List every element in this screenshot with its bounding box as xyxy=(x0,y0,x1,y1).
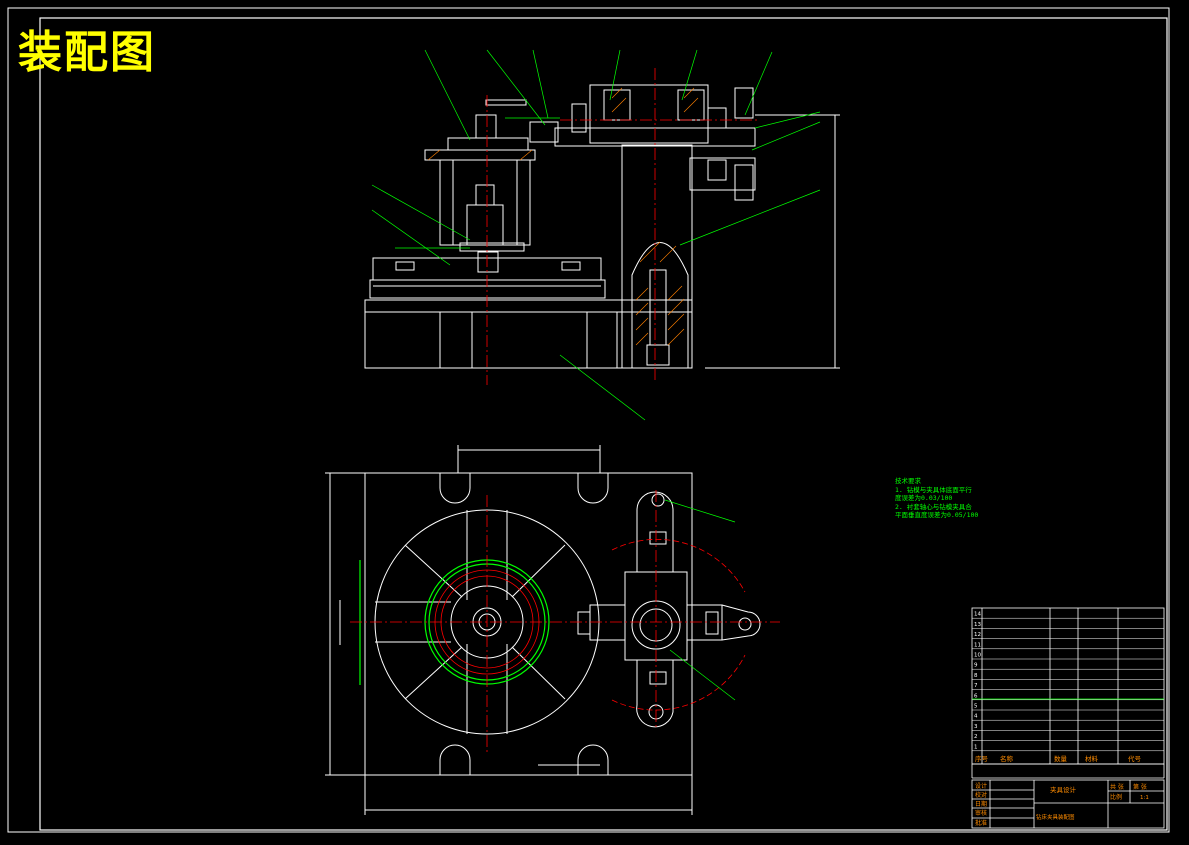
tech-requirement-line: 1. 钻模与夹具体底面平行 xyxy=(895,485,972,494)
parts-table xyxy=(971,607,1165,779)
header-qty: 数量 xyxy=(1054,754,1068,763)
tech-requirement-line: 平面垂直度误差为0.05/100 xyxy=(895,511,979,520)
design-label: 设计 xyxy=(975,782,987,790)
inner-border xyxy=(39,17,1168,831)
front-hatch xyxy=(427,87,699,346)
drawing-title: 装配图 xyxy=(18,27,156,78)
table-row-no: 2 xyxy=(974,734,978,740)
front-centerlines xyxy=(486,68,760,385)
header-material: 材料 xyxy=(1085,754,1099,763)
table-row-no: 7 xyxy=(974,683,978,689)
drawing-sheet: 14 13 12 11 10 9 8 7 6 5 4 3 2 1 设计 校对 日期 审核 批准 夹具设计 … xyxy=(0,0,1189,841)
table-row-no: 14 xyxy=(974,612,981,618)
header-code: 代号 xyxy=(1128,754,1142,763)
top-green-circle xyxy=(359,559,550,685)
date-label: 日期 xyxy=(975,800,987,808)
sheet-total: 共 张 xyxy=(1110,783,1124,791)
part-title: 钻床夹具装配图 xyxy=(1036,813,1075,821)
table-row-no: 11 xyxy=(974,642,981,648)
table-row-no: 5 xyxy=(974,704,978,710)
table-row-no: 12 xyxy=(974,632,981,638)
tech-requirements: 技术要求 1. 钻模与夹具体底面平行 度误差为0.03/100 2. 衬套轴心与… xyxy=(895,477,978,520)
table-row-no: 8 xyxy=(974,673,978,679)
front-view xyxy=(364,84,840,369)
top-centerlines xyxy=(350,490,780,752)
tech-requirements-heading: 技术要求 xyxy=(895,477,921,485)
tech-requirement-line: 度误差为0.03/100 xyxy=(895,494,953,503)
top-view xyxy=(325,445,761,815)
header-no: 序号 xyxy=(975,754,989,763)
scale-value: 1:1 xyxy=(1140,795,1149,801)
drawing-name: 夹具设计 xyxy=(1050,785,1077,794)
table-row-no: 10 xyxy=(974,653,981,659)
top-leaders xyxy=(664,499,736,701)
check-label: 校对 xyxy=(975,791,987,799)
header-name: 名称 xyxy=(1000,754,1014,763)
outer-border xyxy=(7,7,1170,833)
table-row-no: 4 xyxy=(974,714,978,720)
cad-drawing: 1413121110987654321 设计 校对 日期 审核 批准 夹具设计 … xyxy=(7,7,1170,833)
table-row-no: 3 xyxy=(974,724,978,730)
table-row-no: 13 xyxy=(974,622,981,628)
parts-table-rowlines xyxy=(972,617,1164,752)
scale-label: 比例 xyxy=(1110,793,1122,801)
sheet-no: 第 张 xyxy=(1133,783,1147,791)
parts-table-text: 14 13 12 11 10 9 8 7 6 5 4 3 2 1 xyxy=(974,612,981,751)
table-row-no: 1 xyxy=(974,744,978,750)
approve-label: 批准 xyxy=(975,819,987,827)
review-label: 审核 xyxy=(975,809,987,817)
table-row-no: 6 xyxy=(974,693,978,699)
table-row-no: 9 xyxy=(974,663,978,669)
